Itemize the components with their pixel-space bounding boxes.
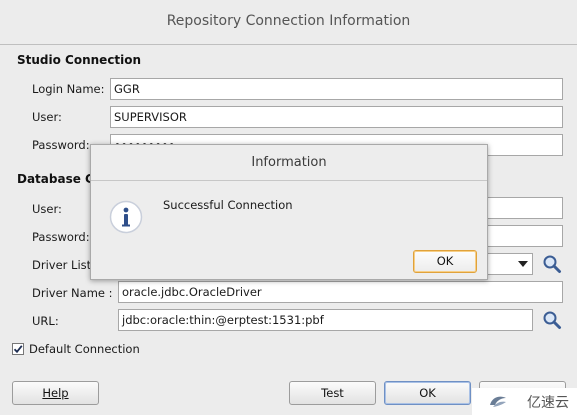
ok-button[interactable]: OK [384,381,471,405]
modal-divider [91,180,487,181]
search-driver-icon[interactable] [542,254,562,274]
login-name-label: Login Name: [32,82,105,96]
url-label: URL: [32,314,59,328]
db-user-label: User: [32,202,62,216]
chevron-down-icon [518,261,528,267]
studio-user-field[interactable]: SUPERVISOR [110,106,563,128]
driver-name-label: Driver Name : [32,286,113,300]
dialog-title: Repository Connection Information [166,13,411,29]
watermark-logo-icon [490,396,506,407]
login-name-field[interactable]: GGR [110,78,563,100]
url-field[interactable]: jdbc:oracle:thin:@erptest:1531:pbf [118,309,533,331]
studio-user-label: User: [32,110,62,124]
information-modal: Information Successful Connection OK [90,144,488,280]
default-connection-checkbox[interactable] [12,343,24,355]
test-button[interactable]: Test [289,381,376,405]
watermark-text: 亿速云 [527,395,569,411]
modal-message: Successful Connection [163,198,293,212]
modal-ok-button[interactable]: OK [413,250,477,273]
studio-password-label: Password: [32,138,90,152]
driver-name-field[interactable]: oracle.jdbc.OracleDriver [118,281,563,303]
db-password-label: Password: [32,230,90,244]
studio-connection-heading: Studio Connection [17,53,142,67]
modal-title: Information [251,155,327,170]
default-connection-label: Default Connection [29,342,140,356]
info-icon [109,200,143,234]
help-button[interactable]: Help [12,381,99,405]
checkmark-icon [13,345,23,354]
title-divider [0,44,577,45]
driver-list-label: Driver List: [32,258,96,272]
search-url-icon[interactable] [542,310,562,330]
help-button-label: Help [42,386,69,400]
